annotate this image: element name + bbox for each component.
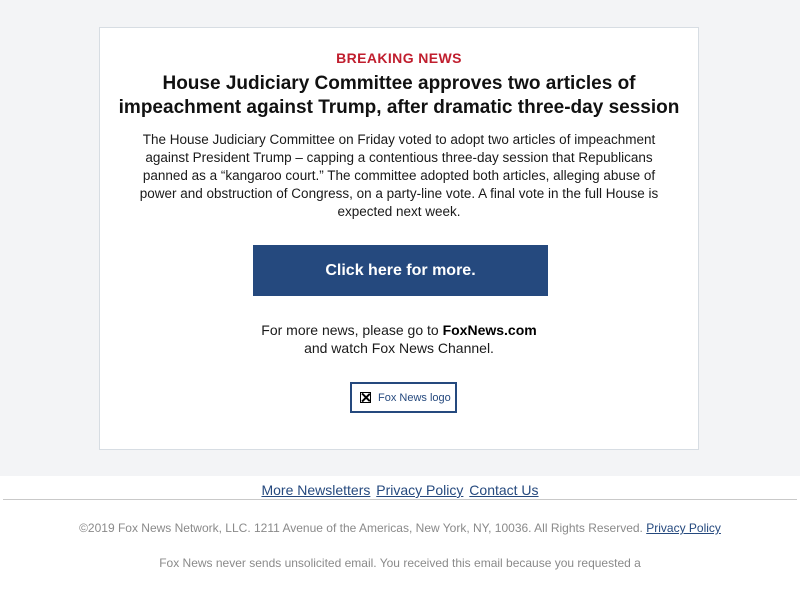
copyright-notice: ©2019 Fox News Network, LLC. 1211 Avenue…: [0, 521, 800, 535]
fox-news-logo[interactable]: Fox News logo: [350, 382, 457, 413]
foxnews-site-link[interactable]: FoxNews.com: [443, 322, 537, 338]
footer-privacy-policy-link[interactable]: Privacy Policy: [646, 521, 721, 535]
footer-divider: [3, 499, 797, 500]
logo-alt-text: Fox News logo: [378, 391, 451, 404]
more-news-prefix: For more news, please go to: [261, 322, 443, 338]
unsolicited-email-disclaimer: Fox News never sends unsolicited email. …: [159, 556, 641, 570]
contact-us-link[interactable]: Contact Us: [469, 482, 538, 498]
more-newsletters-link[interactable]: More Newsletters: [261, 482, 370, 498]
more-news-suffix: and watch Fox News Channel.: [304, 340, 494, 356]
article-summary: The House Judiciary Committee on Friday …: [139, 132, 659, 219]
breaking-news-label: BREAKING NEWS: [336, 50, 462, 66]
headline: House Judiciary Committee approves two a…: [118, 73, 680, 118]
privacy-policy-link[interactable]: Privacy Policy: [376, 482, 463, 498]
broken-image-icon: [360, 392, 371, 403]
click-for-more-button[interactable]: Click here for more.: [253, 245, 548, 296]
newsletter-card: BREAKING NEWS House Judiciary Committee …: [99, 27, 699, 450]
footer-links: More Newsletters Privacy Policy Contact …: [0, 482, 800, 498]
copyright-text: ©2019 Fox News Network, LLC. 1211 Avenue…: [79, 521, 643, 535]
more-news-text: For more news, please go to FoxNews.com …: [100, 321, 698, 357]
